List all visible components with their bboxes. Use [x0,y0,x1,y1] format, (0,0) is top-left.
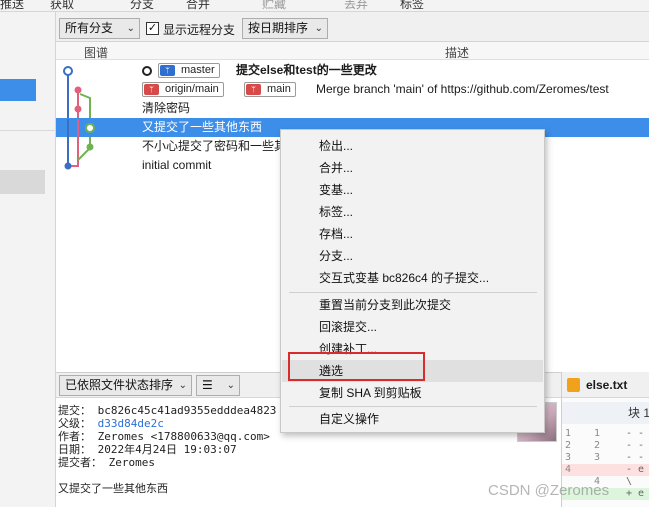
diff-line-text: - - -e [626,440,649,451]
toolbar-merge-button[interactable]: 合并 [186,0,210,11]
show-remote-label: 显示远程分支 [163,23,236,37]
toolbar-push-button[interactable]: 推送 [0,0,24,11]
view-mode-select[interactable]: ☰ ⌄ [196,375,240,396]
commit-row[interactable]: 清除密码 [56,99,649,118]
detail-committer-value: Zeromes [108,456,155,469]
main-toolbar: 推送 获取 分支 合并 贮藏 丢弃 标签 [0,0,649,12]
branch-icon: ᛘ [144,84,159,95]
file-icon [567,378,580,392]
toolbar-discard-button[interactable]: 丢弃 [344,0,368,11]
branch-badge-origin-main[interactable]: ᛘ origin/main [142,82,224,97]
diff-line-text: \ [626,476,633,487]
commit-message: 提交else和test的一些更改 [236,63,377,77]
detail-committer-line: 提交者： Zeromes [58,454,155,470]
menu-item-interactive-rebase[interactable]: 交互式变基 bc826c4 的子提交... [282,267,543,289]
annotation-highlight-box [288,352,425,381]
menu-item-reset-branch[interactable]: 重置当前分支到此次提交 [282,294,543,316]
commit-message: 又提交了一些其他东西 [142,120,263,134]
sidebar-divider [0,130,56,131]
branch-badge-label: master [181,64,215,76]
branch-filter-select[interactable]: 所有分支 ⌄ [59,18,140,39]
menu-item-custom-actions[interactable]: 自定义操作 [282,408,543,430]
file-sort-value: 已依照文件状态排序 [65,378,174,392]
diff-new-line-no: 1 [594,428,601,439]
diff-old-line-no: 4 [565,464,572,475]
detail-message: 又提交了一些其他东西 [58,482,168,495]
toolbar-fetch-button[interactable]: 获取 [50,0,74,11]
sidebar-selected-item[interactable] [0,79,36,101]
toolbar-tag-button[interactable]: 标签 [400,0,424,11]
branch-icon: ᛘ [246,84,261,95]
description-column-header[interactable]: 描述 [445,44,469,61]
diff-old-line-no: 1 [565,428,572,439]
branch-badge-main[interactable]: ᛘ main [244,82,296,97]
diff-file-name: else.txt [586,378,628,392]
menu-item-rebase[interactable]: 变基... [282,179,543,201]
commit-row[interactable]: ᛘ origin/main ᛘ main Merge branch 'main'… [56,80,649,99]
menu-item-copy-sha[interactable]: 复制 SHA 到剪贴板 [282,382,543,404]
menu-item-tag[interactable]: 标签... [282,201,543,223]
menu-item-archive[interactable]: 存档... [282,223,543,245]
commit-message: initial commit [142,158,212,172]
watermark: CSDN @Zeromes [488,482,610,499]
menu-item-branch[interactable]: 分支... [282,245,543,267]
diff-line: 2 2 - - -e [562,440,649,452]
branch-badge-label: origin/main [165,83,219,95]
diff-new-line-no: 3 [594,452,601,463]
sort-order-select[interactable]: 按日期排序 ⌄ [242,18,328,39]
branch-badge-label: main [267,83,291,95]
diff-line-text: - - -e [626,428,649,439]
sidebar [0,12,56,507]
menu-item-merge[interactable]: 合并... [282,157,543,179]
commit-message: 不小心提交了密码和一些其 [142,139,287,153]
diff-file-tab[interactable]: else.txt [562,372,649,398]
filter-bar: 所有分支 ⌄ ✓ 显示远程分支 按日期排序 ⌄ [56,12,649,42]
commit-row[interactable]: ᛘ master 提交else和test的一些更改 [56,61,649,80]
toolbar-stash-button[interactable]: 贮藏 [262,0,286,11]
list-lines-icon: ☰ [202,378,213,392]
chevron-down-icon: ⌄ [314,23,323,34]
head-indicator-icon [142,66,152,76]
commit-message: Merge branch 'main' of https://github.co… [316,82,609,96]
toolbar-branch-button[interactable]: 分支 [130,0,154,11]
detail-committer-label: 提交者： [58,456,102,469]
branch-filter-value: 所有分支 [65,21,114,35]
commit-list-header: 图谱 描述 [56,42,649,60]
graph-column-header[interactable]: 图谱 [84,44,108,61]
sidebar-item[interactable] [0,170,45,194]
branch-icon: ᛘ [160,65,175,76]
branch-badge-master[interactable]: ᛘ master [158,63,220,78]
chevron-down-icon: ⌄ [126,23,135,34]
menu-item-revert-commit[interactable]: 回滚提交... [282,316,543,338]
sort-order-value: 按日期排序 [248,21,309,35]
menu-item-checkout[interactable]: 检出... [282,135,543,157]
diff-line-text: + e [626,488,645,499]
commit-context-menu: 检出... 合并... 变基... 标签... 存档... 分支... 交互式变… [280,129,545,433]
diff-old-line-no: 2 [565,440,572,451]
file-sort-select[interactable]: 已依照文件状态排序 ⌄ [59,375,192,396]
diff-line-deleted: 4 - e [562,464,649,476]
diff-old-line-no: 3 [565,452,572,463]
commit-message: 清除密码 [142,101,191,115]
diff-hunk-header: 块 1 [562,402,649,424]
diff-line-text: - e [626,464,645,475]
diff-new-line-no: 2 [594,440,601,451]
chevron-down-icon: ⌄ [226,380,235,391]
show-remote-checkbox[interactable]: ✓ [146,22,159,35]
diff-line: 3 3 - - -e [562,452,649,464]
diff-line-text: - - -e [626,452,649,463]
diff-line: 1 1 - - -e [562,428,649,440]
chevron-down-icon: ⌄ [178,380,187,391]
menu-separator [289,292,537,293]
menu-separator [289,406,537,407]
